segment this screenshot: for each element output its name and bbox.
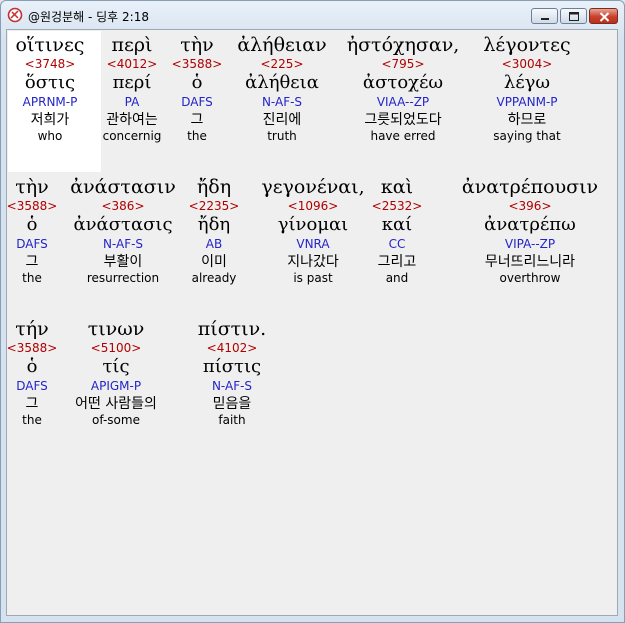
word-strong: <396> — [508, 199, 552, 213]
word-greek: λέγοντες — [483, 34, 571, 56]
title-bar[interactable]: @원겅분해 - 딩후 2:18 — [1, 1, 624, 29]
word-lemma: ἀνατρέπω — [484, 214, 576, 235]
word-lemma: λέγω — [503, 72, 551, 93]
word-column[interactable]: ἀνατρέπουσιν <396> ἀνατρέπω VIPA--ZP 무너뜨리느니라… — [450, 176, 610, 286]
word-strong: <3004> — [501, 57, 553, 71]
word-greek: ἀνατρέπουσιν — [461, 176, 599, 198]
word-column[interactable]: λέγοντες <3004> λέγω VPPANM-P 하므로 saying that — [447, 34, 607, 144]
maximize-icon — [569, 12, 579, 21]
maximize-button[interactable] — [560, 8, 587, 24]
interlinear-view[interactable]: οἵτινες <3748> ὅστις APRNM-P 저희가 who περὶ <4012… — [6, 29, 618, 616]
app-icon — [7, 7, 23, 23]
word-eng: overthrow — [499, 271, 561, 285]
close-button[interactable] — [589, 8, 618, 24]
word-kor: 무너뜨리느니라 — [484, 254, 576, 270]
window-title: @원겅분해 - 딩후 2:18 — [28, 10, 149, 24]
word-eng: faith — [218, 413, 246, 427]
word-parse: VIPA--ZP — [504, 237, 556, 251]
word-eng: saying that — [493, 129, 561, 143]
word-parse: VPPANM-P — [496, 95, 558, 109]
app-window: @원겅분해 - 딩후 2:18 οἵτινες <3748> ὅστις APRNM-… — [0, 0, 625, 623]
word-kor: 하므로 — [507, 112, 547, 128]
word-greek: πίστιν. — [197, 318, 267, 340]
word-strong: <4102> — [206, 341, 258, 355]
word-column[interactable]: πίστιν. <4102> πίστις N-AF-S 믿음을 faith — [152, 318, 312, 428]
word-parse: N-AF-S — [211, 379, 253, 393]
word-kor: 믿음을 — [212, 396, 252, 412]
word-lemma: πίστις — [202, 356, 262, 377]
close-icon — [599, 12, 610, 22]
minimize-icon — [541, 18, 549, 20]
minimize-button[interactable] — [531, 8, 558, 24]
